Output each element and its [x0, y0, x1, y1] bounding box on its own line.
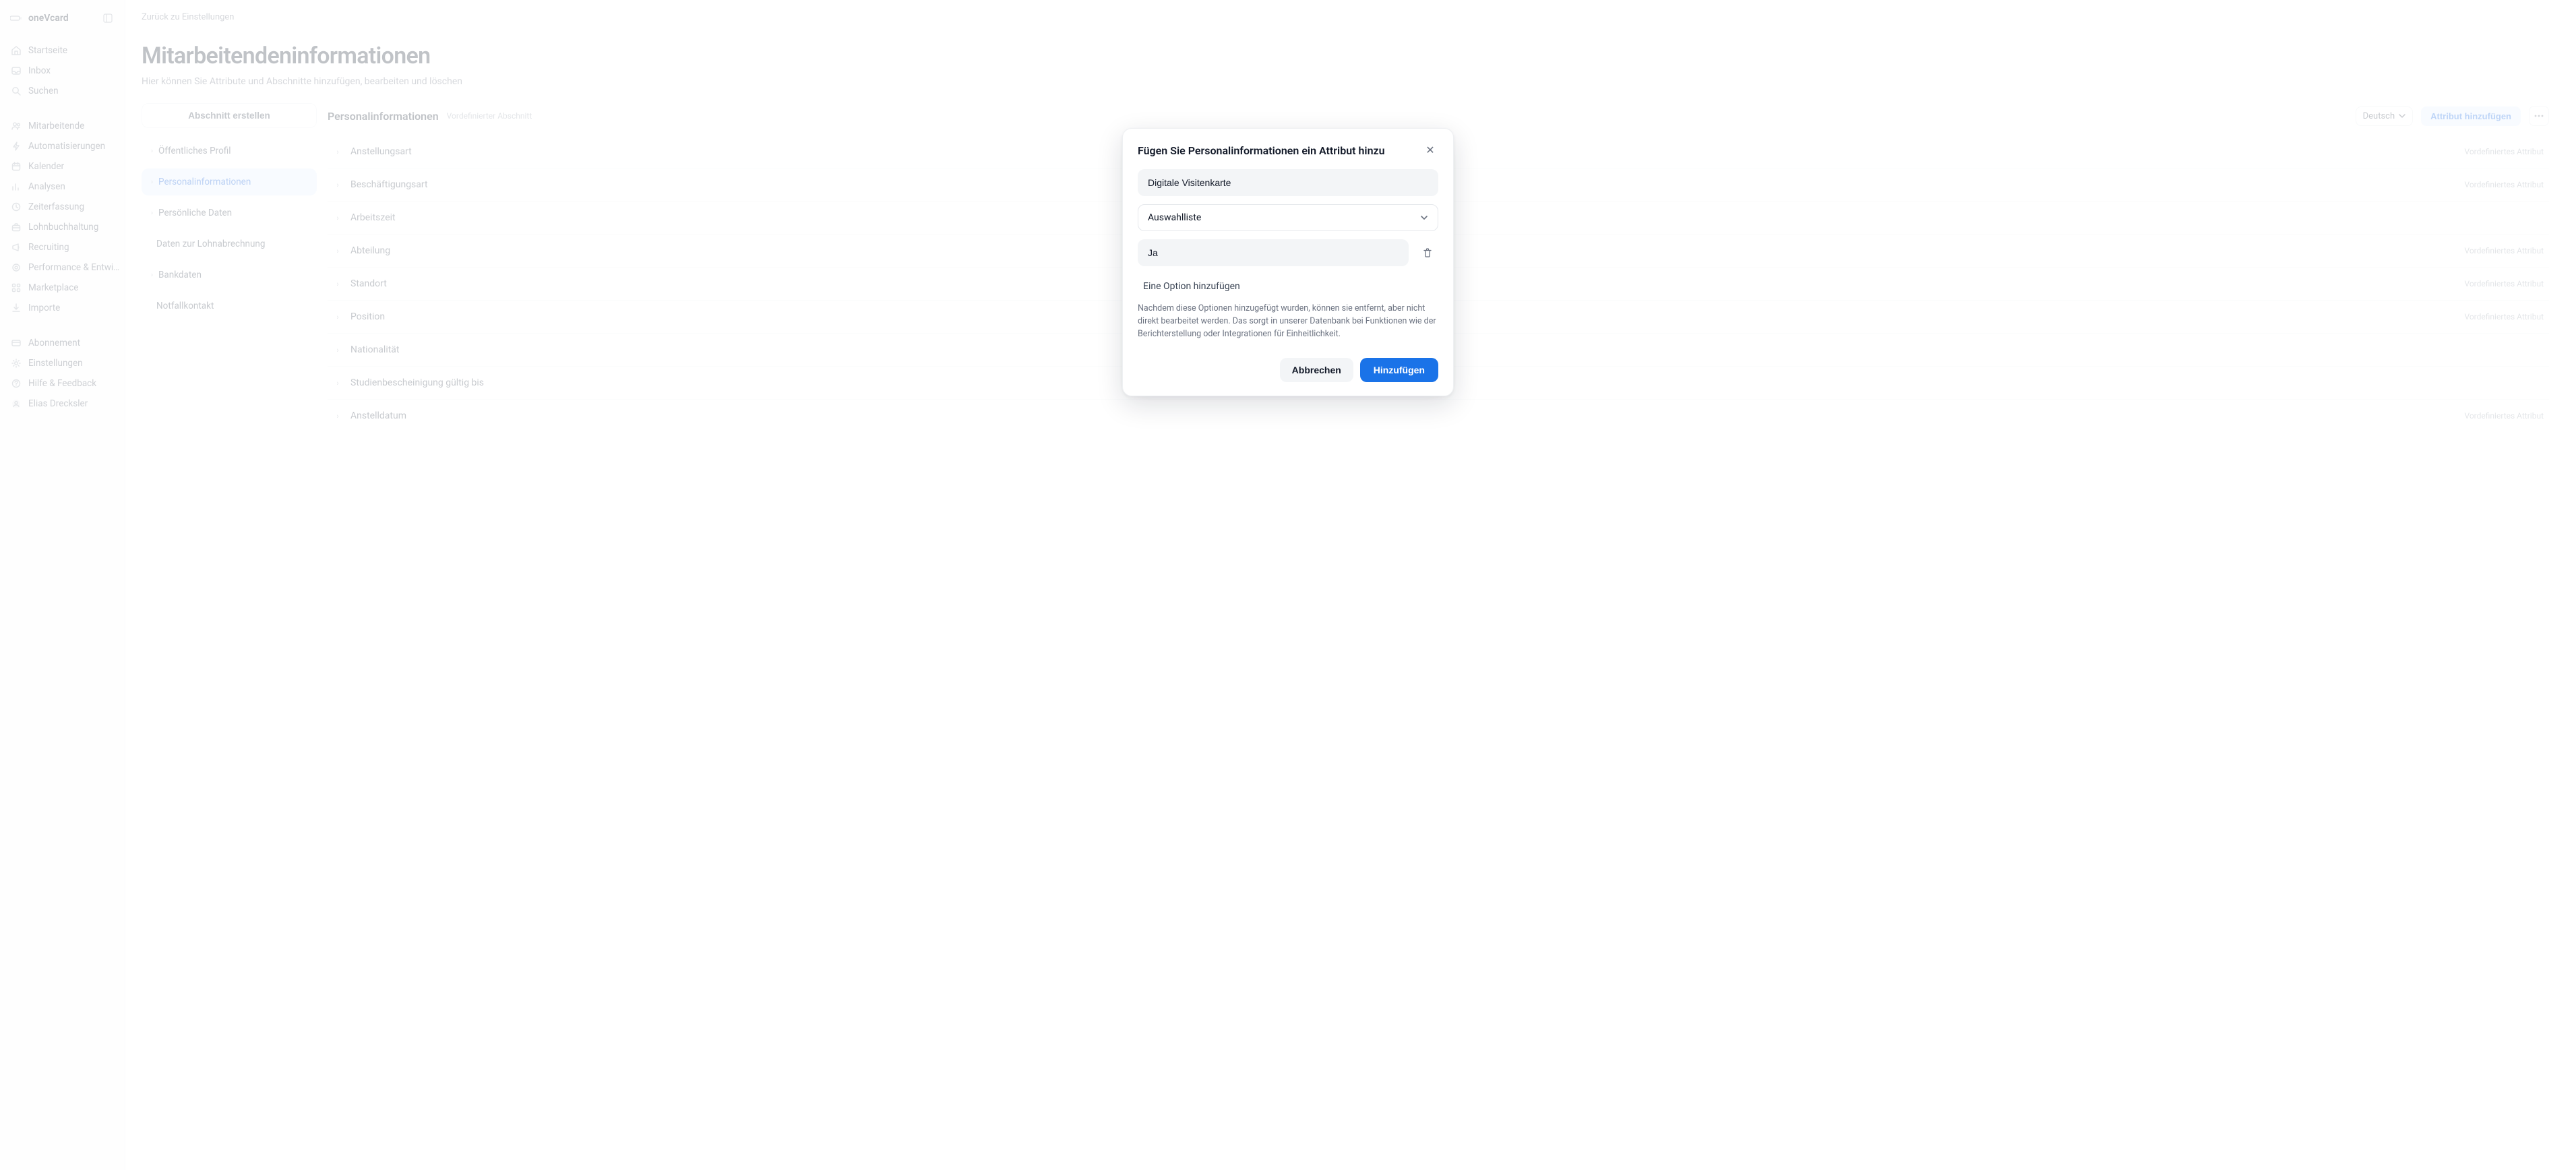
modal-close-button[interactable]: ✕ [1422, 142, 1438, 158]
modal-help-text: Nachdem diese Optionen hinzugefügt wurde… [1138, 300, 1438, 340]
attribute-type-select[interactable]: Auswahlliste [1138, 204, 1438, 231]
delete-option-button[interactable] [1417, 242, 1438, 264]
chevron-down-icon [1420, 214, 1428, 222]
option-row [1138, 239, 1438, 266]
add-attribute-modal: Fügen Sie Personalinformationen ein Attr… [1122, 128, 1454, 396]
close-icon: ✕ [1425, 144, 1434, 157]
attribute-name-input[interactable] [1138, 169, 1438, 196]
modal-title: Fügen Sie Personalinformationen ein Attr… [1138, 144, 1415, 157]
modal-overlay[interactable]: Fügen Sie Personalinformationen ein Attr… [0, 0, 2576, 1170]
attribute-type-value: Auswahlliste [1148, 212, 1201, 223]
modal-cancel-button[interactable]: Abbrechen [1280, 358, 1353, 382]
modal-submit-button[interactable]: Hinzufügen [1360, 358, 1438, 382]
add-option-button[interactable]: Eine Option hinzufügen [1138, 274, 1438, 295]
option-input[interactable] [1138, 239, 1409, 266]
trash-icon [1422, 247, 1433, 258]
